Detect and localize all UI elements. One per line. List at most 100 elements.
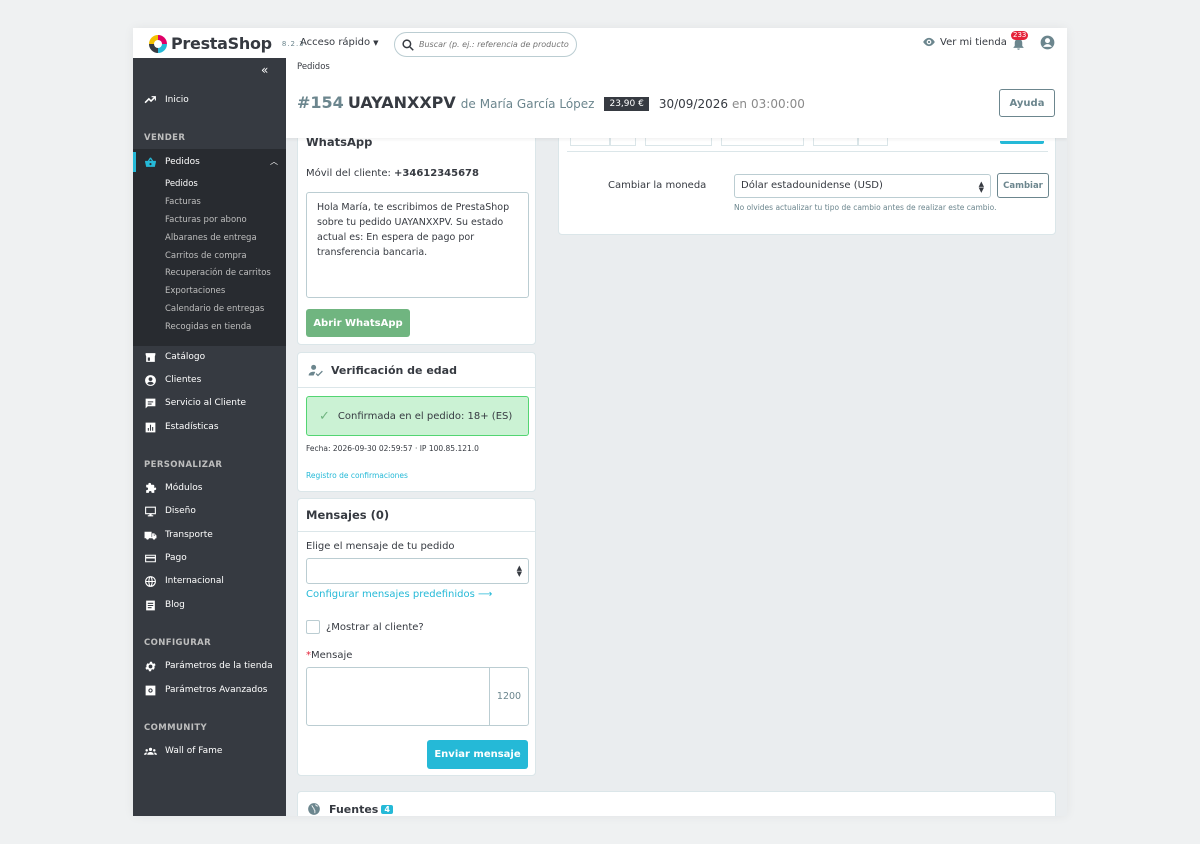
customer-mobile: Móvil del cliente: +34612345678 bbox=[306, 168, 479, 179]
arrow-right-icon: ⟶ bbox=[478, 589, 493, 600]
message-textarea[interactable]: 1200 bbox=[306, 667, 529, 726]
sidebar-item-catalog[interactable]: Catálogo bbox=[133, 347, 286, 367]
sources-title: Fuentes bbox=[329, 802, 379, 816]
select-arrows-icon: ▲ ▼ bbox=[516, 564, 522, 578]
open-whatsapp-button[interactable]: Abrir WhatsApp bbox=[306, 309, 410, 337]
age-verification-meta: Fecha: 2026-09-30 02:59:57 · IP 100.85.1… bbox=[306, 444, 479, 453]
submenu-item-carts[interactable]: Carritos de compra bbox=[165, 251, 247, 261]
orders-submenu bbox=[133, 149, 286, 346]
search-input[interactable] bbox=[419, 40, 569, 49]
sidebar-item-label: Blog bbox=[165, 600, 185, 610]
submenu-item-credit-slips[interactable]: Facturas por abono bbox=[165, 215, 247, 225]
sidebar-item-wall-of-fame[interactable]: Wall of Fame bbox=[133, 741, 286, 761]
sidebar-item-orders[interactable]: Pedidos ︿ bbox=[133, 152, 286, 172]
breadcrumb[interactable]: Pedidos bbox=[297, 62, 330, 72]
store-icon bbox=[145, 352, 156, 362]
sources-header[interactable]: Fuentes 4 bbox=[307, 802, 393, 816]
submenu-item-delivery-slips[interactable]: Albaranes de entrega bbox=[165, 233, 257, 243]
currency-selected-value: Dólar estadounidense (USD) bbox=[741, 180, 883, 191]
sources-count-badge: 4 bbox=[381, 804, 393, 814]
sidebar-item-design[interactable]: Diseño bbox=[133, 501, 286, 521]
sidebar-item-home[interactable]: Inicio bbox=[133, 90, 286, 110]
user-check-icon bbox=[308, 364, 323, 376]
sidebar-item-modules[interactable]: Módulos bbox=[133, 478, 286, 498]
predefined-message-select[interactable]: ▲ ▼ bbox=[306, 558, 529, 584]
sidebar-item-international[interactable]: Internacional bbox=[133, 571, 286, 591]
sidebar-item-blog[interactable]: Blog bbox=[133, 595, 286, 615]
sidebar-item-customer-service[interactable]: Servicio al Cliente bbox=[133, 393, 286, 413]
show-to-customer-checkbox[interactable]: ¿Mostrar al cliente? bbox=[306, 620, 424, 634]
divider bbox=[567, 151, 1048, 152]
prestashop-logo[interactable]: PrestaShop 8.2.3 bbox=[149, 34, 305, 53]
sidebar-item-shop-parameters[interactable]: Parámetros de la tienda bbox=[133, 656, 286, 676]
sidebar-item-advanced-parameters[interactable]: Parámetros Avanzados bbox=[133, 680, 286, 700]
currency-hint: No olvides actualizar tu tipo de cambio … bbox=[734, 203, 997, 212]
sidebar-item-label: Clientes bbox=[165, 375, 202, 385]
submenu-item-exports[interactable]: Exportaciones bbox=[165, 286, 225, 296]
quick-access-label: Acceso rápido bbox=[300, 37, 371, 48]
help-button[interactable]: Ayuda bbox=[999, 89, 1055, 117]
submenu-item-invoices[interactable]: Facturas bbox=[165, 197, 201, 207]
logo-text: PrestaShop bbox=[171, 34, 272, 53]
order-date: 30/09/2026 bbox=[658, 97, 728, 111]
search-box[interactable] bbox=[394, 32, 577, 57]
group-icon bbox=[144, 747, 157, 755]
sidebar-item-stats[interactable]: Estadísticas bbox=[133, 417, 286, 437]
submenu-item-store-pickups[interactable]: Recogidas en tienda bbox=[165, 322, 251, 332]
globe-icon bbox=[308, 803, 320, 815]
checkbox-box[interactable] bbox=[306, 620, 320, 634]
search-icon bbox=[402, 38, 414, 51]
sidebar-item-label: Diseño bbox=[165, 506, 196, 516]
change-currency-button[interactable]: Cambiar bbox=[997, 173, 1049, 198]
age-verification-card: Verificación de edad ✓ Confirmada en el … bbox=[297, 352, 536, 492]
account-icon[interactable] bbox=[1040, 35, 1055, 50]
truck-icon bbox=[144, 531, 157, 540]
sidebar-item-customers[interactable]: Clientes bbox=[133, 370, 286, 390]
top-bar: PrestaShop 8.2.3 Acceso rápido▼ Ver mi t… bbox=[133, 28, 1067, 58]
messages-header: Mensajes (0) bbox=[298, 499, 535, 532]
quick-access-dropdown[interactable]: Acceso rápido ▼ bbox=[300, 37, 379, 48]
sidebar-item-payment[interactable]: Pago bbox=[133, 548, 286, 568]
article-icon bbox=[146, 600, 155, 610]
sidebar-item-label: Internacional bbox=[165, 576, 224, 586]
age-verification-title: Verificación de edad bbox=[331, 363, 457, 377]
sidebar-item-shipping[interactable]: Transporte bbox=[133, 525, 286, 545]
browser-window: PrestaShop 8.2.3 Acceso rápido▼ Ver mi t… bbox=[133, 28, 1067, 816]
messages-card: Mensajes (0) Elige el mensaje de tu pedi… bbox=[297, 498, 536, 776]
view-store-link[interactable]: Ver mi tienda bbox=[922, 35, 1007, 49]
submenu-item-delivery-calendar[interactable]: Calendario de entregas bbox=[165, 304, 264, 314]
whatsapp-card: WhatsApp Móvil del cliente: +34612345678… bbox=[297, 118, 536, 345]
sources-card: Fuentes 4 bbox=[297, 791, 1056, 816]
submenu-item-orders[interactable]: Pedidos bbox=[165, 179, 198, 189]
shopping-basket-icon bbox=[145, 157, 156, 167]
change-currency-label: Cambiar la moneda bbox=[608, 180, 707, 191]
currency-select[interactable]: Dólar estadounidense (USD) ▲ ▼ bbox=[734, 174, 991, 198]
choose-message-label: Elige el mensaje de tu pedido bbox=[306, 541, 455, 552]
order-reference: UAYANXXPV bbox=[347, 93, 456, 112]
section-personalize: PERSONALIZAR bbox=[144, 460, 223, 470]
sidebar-item-label: Pedidos bbox=[165, 157, 200, 167]
puzzle-icon bbox=[146, 482, 157, 493]
order-total-badge: 23,90 € bbox=[604, 97, 649, 111]
order-by-label: de bbox=[460, 97, 476, 111]
page-title: #154 UAYANXXPV de María García López 23,… bbox=[297, 93, 805, 113]
credit-card-icon bbox=[145, 554, 156, 562]
whatsapp-message-textarea[interactable]: Hola María, te escribimos de PrestaShop … bbox=[306, 192, 529, 298]
messages-title: Mensajes (0) bbox=[306, 508, 390, 522]
configure-messages-link[interactable]: Configurar mensajes predefinidos ⟶ bbox=[306, 589, 492, 600]
send-message-button[interactable]: Enviar mensaje bbox=[427, 740, 528, 769]
chevron-up-icon: ︿ bbox=[270, 157, 278, 166]
sidebar-item-label: Inicio bbox=[165, 95, 189, 105]
section-sell: VENDER bbox=[144, 133, 186, 143]
submenu-item-cart-recovery[interactable]: Recuperación de carritos bbox=[165, 268, 271, 278]
trending-up-icon bbox=[144, 95, 156, 103]
message-field-label: *Mensaje bbox=[306, 650, 352, 661]
chat-icon bbox=[145, 398, 156, 408]
mobile-value: +34612345678 bbox=[394, 168, 479, 179]
cropped-button[interactable] bbox=[1000, 141, 1044, 144]
sidebar: « Inicio VENDER Pedidos ︿ Pedidos Factur… bbox=[133, 58, 286, 816]
collapse-sidebar-icon[interactable]: « bbox=[261, 63, 268, 77]
age-status-text: Confirmada en el pedido: 18+ (ES) bbox=[337, 410, 513, 422]
user-circle-icon bbox=[145, 374, 156, 386]
confirmations-log-link[interactable]: Registro de confirmaciones bbox=[306, 471, 408, 480]
